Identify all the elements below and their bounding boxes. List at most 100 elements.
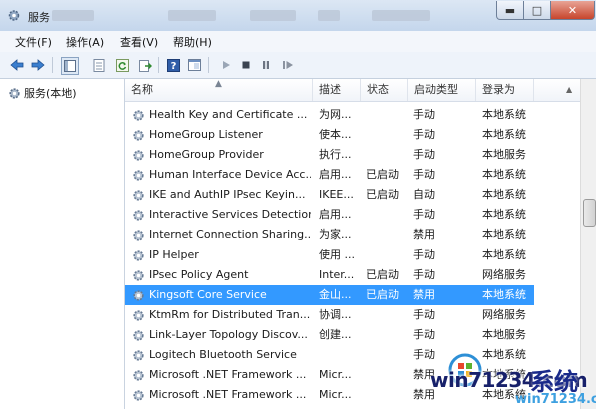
restart-service-icon[interactable] [280,57,296,73]
service-startup-type: 手动 [413,248,435,261]
service-description: Micr... [319,388,352,401]
service-status [366,225,406,245]
service-startup-type: 手动 [413,108,435,121]
console-tree-pane: 服务(本地) [0,79,125,409]
service-gear-icon [133,330,144,341]
service-row-selected[interactable]: Kingsoft Core Service 金山... 已启动 禁用 本地系统 [125,285,534,305]
service-startup-type: 手动 [413,148,435,161]
close-button[interactable]: ✕ [550,1,595,20]
service-name: Kingsoft Core Service [149,288,267,301]
service-log-on-as: 本地服务 [482,148,526,161]
service-log-on-as: 本地系统 [482,108,526,121]
service-row[interactable]: Internet Connection Sharing... 为家... 禁用 本地系… [125,225,580,245]
tree-item-services-local[interactable]: 服务(本地) [8,85,77,101]
service-gear-icon [133,230,144,241]
service-status [366,245,406,265]
blurred-title-text [372,10,430,21]
column-header-name[interactable]: ▲ 名称 [125,79,313,101]
column-header-status[interactable]: 状态 [361,79,408,101]
console-view-icon[interactable] [186,57,202,73]
menu-help[interactable]: 帮助(H) [173,34,212,50]
service-gear-icon [133,390,144,401]
service-status [366,125,406,145]
minimize-button[interactable]: ▬ [496,1,524,20]
scroll-up-arrow-icon[interactable]: ▲ [566,79,572,101]
service-gear-icon [133,110,144,121]
service-name: HomeGroup Provider [149,148,264,161]
back-icon[interactable] [9,57,25,73]
service-row[interactable]: Link-Layer Topology Discov... 创建... 手动 本地服务 [125,325,580,345]
service-name: IP Helper [149,248,199,261]
service-name: KtmRm for Distributed Tran... [149,308,311,321]
forward-icon[interactable] [30,57,46,73]
menu-action[interactable]: 操作(A) [66,34,104,50]
service-startup-type: 自动 [413,188,435,201]
service-description: 启用... [319,208,352,221]
service-status: 已启动 [366,188,399,201]
service-startup-type: 手动 [413,168,435,181]
pause-service-icon[interactable] [258,57,274,73]
service-description: Micr... [319,368,352,381]
service-row[interactable]: HomeGroup Listener 使本... 手动 本地系统 [125,125,580,145]
service-row[interactable]: IKE and AuthIP IPsec Keyin... IKEE... 已启动 自… [125,185,580,205]
blurred-title-text [52,10,94,21]
service-gear-icon [133,350,144,361]
column-header-log-on-as[interactable]: 登录为 [476,79,534,101]
service-name: HomeGroup Listener [149,128,263,141]
service-status [366,325,406,345]
toolbar-separator [158,57,159,73]
service-gear-icon [133,170,144,181]
service-row[interactable]: Health Key and Certificate ... 为网... 手动 本地系… [125,105,580,125]
properties-icon[interactable] [91,57,107,73]
column-header-startup-type[interactable]: 启动类型 [408,79,476,101]
stop-service-icon[interactable] [238,57,254,73]
blurred-title-text [250,10,296,21]
service-row[interactable]: Logitech Bluetooth Service 手动 本地系统 [125,345,580,365]
service-row[interactable]: Interactive Services Detection 启用... 手动 本地系… [125,205,580,225]
service-gear-icon [133,210,144,221]
service-gear-icon [133,250,144,261]
show-hide-tree-icon[interactable] [61,57,79,75]
service-row[interactable]: KtmRm for Distributed Tran... 协调... 手动 网络服务 [125,305,580,325]
service-row[interactable]: IP Helper 使用 ... 手动 本地系统 [125,245,580,265]
service-description: 为家... [319,228,352,241]
menu-view[interactable]: 查看(V) [120,34,158,50]
sort-ascending-icon: ▲ [215,79,222,89]
service-description: Inter... [319,268,355,281]
service-row[interactable]: Human Interface Device Acc... 启用... 已启动 手动 本… [125,165,580,185]
service-row[interactable]: HomeGroup Provider 执行... 手动 本地服务 [125,145,580,165]
service-log-on-as: 本地系统 [482,188,526,201]
help-icon[interactable]: ? [165,57,181,73]
export-list-icon[interactable] [137,57,153,73]
service-startup-type: 手动 [413,128,435,141]
service-log-on-as: 网络服务 [482,268,526,281]
svg-text:?: ? [170,61,176,72]
maximize-button[interactable]: □ [523,1,551,20]
service-name: IPsec Policy Agent [149,268,249,281]
watermark-subtext: win71234.com [515,392,596,407]
service-status [366,365,406,385]
service-row[interactable]: IPsec Policy Agent Inter... 已启动 手动 网络服务 [125,265,580,285]
scrollbar-thumb[interactable] [583,199,596,227]
service-log-on-as: 本地服务 [482,328,526,341]
start-service-icon[interactable] [218,57,234,73]
service-status [366,305,406,325]
service-log-on-as: 本地系统 [482,288,526,301]
service-startup-type: 手动 [413,328,435,341]
service-description: 创建... [319,328,352,341]
minimize-icon: ▬ [504,3,516,17]
refresh-icon[interactable] [114,57,130,73]
service-startup-type: 禁用 [413,288,435,301]
service-name: Interactive Services Detection [149,208,311,221]
list-header: ▲ 名称 描述 状态 启动类型 登录为 ▲ [125,79,580,102]
window-title: 服务 [28,11,50,24]
service-log-on-as: 本地系统 [482,248,526,261]
service-description: IKEE... [319,188,354,201]
column-header-description[interactable]: 描述 [313,79,361,101]
service-log-on-as: 本地系统 [482,128,526,141]
vertical-scrollbar[interactable] [580,79,596,409]
menu-file[interactable]: 文件(F) [15,34,52,50]
service-status [366,105,406,125]
service-gear-icon [133,370,144,381]
service-gear-icon [133,290,144,301]
